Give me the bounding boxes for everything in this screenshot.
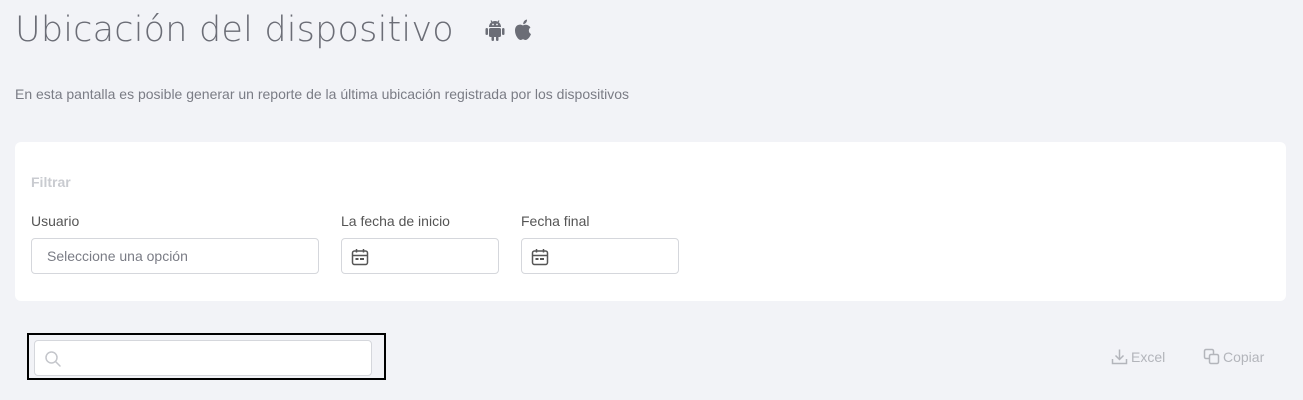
copy-button[interactable]: Copiar (1203, 348, 1264, 365)
search-box[interactable] (34, 340, 372, 376)
user-label: Usuario (31, 213, 80, 229)
end-date-field[interactable] (521, 238, 679, 274)
filter-panel: Filtrar Usuario Seleccione una opción La… (15, 142, 1286, 301)
page-subtitle: En esta pantalla es posible generar un r… (15, 86, 630, 102)
user-select[interactable]: Seleccione una opción (31, 238, 319, 274)
copy-icon (1203, 348, 1220, 365)
search-input[interactable] (67, 347, 363, 369)
start-date-field[interactable] (341, 238, 499, 274)
page-title: Ubicación del dispositivo (15, 10, 454, 50)
search-icon (45, 351, 61, 367)
user-select-placeholder: Seleccione una opción (47, 248, 188, 264)
platform-icons (484, 18, 533, 42)
filter-heading: Filtrar (31, 174, 71, 190)
apple-icon (513, 18, 533, 42)
calendar-icon[interactable] (351, 248, 369, 271)
title-row: Ubicación del dispositivo (15, 10, 533, 50)
page: Ubicación del dispositivo En esta pantal… (0, 0, 1303, 400)
calendar-icon[interactable] (531, 248, 549, 271)
android-icon (484, 18, 506, 42)
copy-label: Copiar (1223, 348, 1265, 365)
export-excel-button[interactable]: Excel (1111, 348, 1165, 365)
end-date-label: Fecha final (521, 213, 590, 229)
excel-label: Excel (1131, 348, 1166, 365)
download-icon (1111, 349, 1128, 365)
start-date-label: La fecha de inicio (341, 213, 450, 229)
